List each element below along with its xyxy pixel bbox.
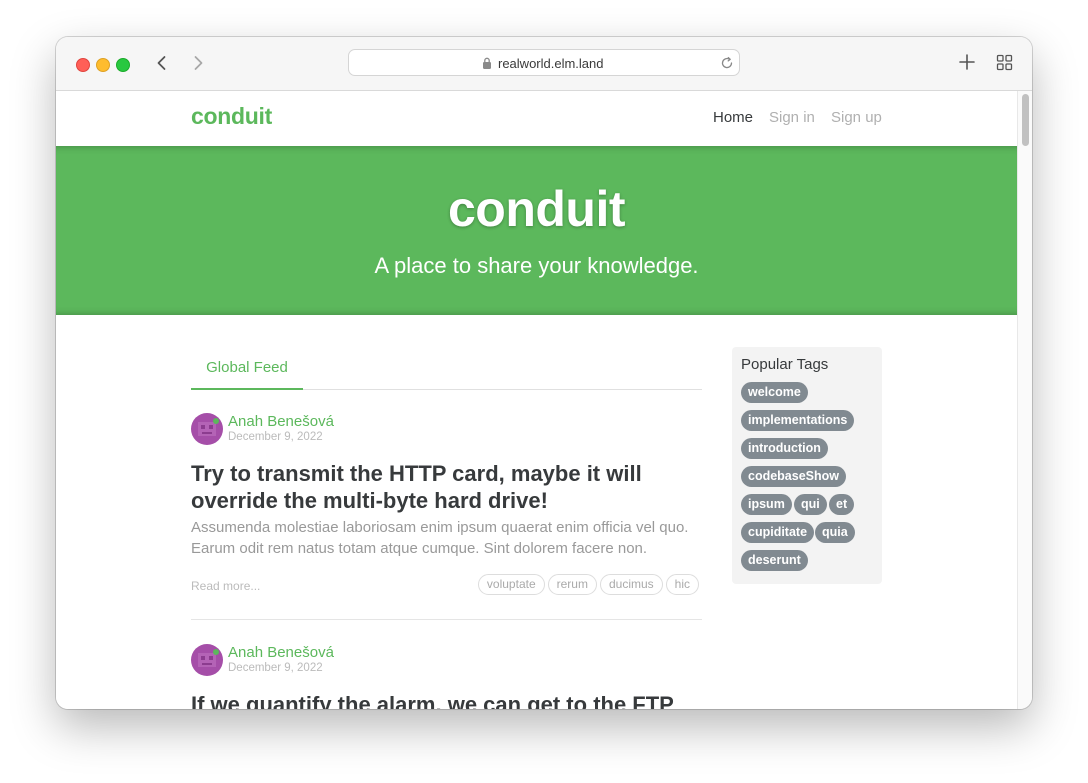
article-tag: ducimus [599,574,663,595]
back-arrow-icon[interactable] [151,52,173,74]
reload-icon[interactable] [720,56,734,70]
avatar[interactable] [191,644,223,676]
author-link[interactable]: Anah Benešová [228,413,334,430]
article-description[interactable]: Assumenda molestiae laboriosam enim ipsu… [191,517,702,559]
tag-pill-deserunt[interactable]: deserunt [741,550,808,571]
article-tag: hic [665,574,699,595]
article-tag: voluptate [477,574,545,595]
popular-tags-sidebar: Popular Tags welcome implementations int… [732,347,882,584]
site-navbar: conduit Home Sign in Sign up [56,91,1017,146]
avatar-image [198,649,219,667]
article-tag-list: voluptate rerum ducimus hic [477,574,699,595]
banner-subtitle: A place to share your knowledge. [374,253,699,278]
forward-arrow-icon[interactable] [187,52,209,74]
close-window-button[interactable] [76,58,90,72]
new-tab-icon[interactable] [958,53,976,71]
address-bar[interactable]: realworld.elm.land [348,49,740,76]
article-preview: Anah Benešová December 9, 2022 If we qua… [191,644,702,709]
tag-pill-ipsum[interactable]: ipsum [741,494,792,515]
article-divider [191,619,702,620]
article-tag: rerum [547,574,597,595]
read-more-link[interactable]: Read more... [191,579,260,593]
sidebar-title: Popular Tags [741,356,829,373]
tag-pill-qui[interactable]: qui [794,494,827,515]
brand-logo[interactable]: conduit [191,103,272,130]
tab-overview-icon[interactable] [996,54,1013,71]
article-date: December 9, 2022 [228,431,323,443]
tab-global-feed[interactable]: Global Feed [191,350,303,390]
article-title[interactable]: Try to transmit the HTTP card, maybe it … [191,460,702,514]
tag-pill-welcome[interactable]: welcome [741,382,808,403]
minimize-window-button[interactable] [96,58,110,72]
article-title[interactable]: If we quantify the alarm, we can get to … [191,691,702,709]
nav-link-sign-up[interactable]: Sign up [831,109,882,126]
feed-tabs: Global Feed [191,350,702,390]
tag-pill-implementations[interactable]: implementations [741,410,855,431]
tag-pill-quia[interactable]: quia [815,522,855,543]
banner-title: conduit [447,181,626,237]
nav-link-sign-in[interactable]: Sign in [769,109,815,126]
article-date: December 9, 2022 [228,662,323,674]
avatar[interactable] [191,413,223,445]
browser-toolbar: realworld.elm.land [56,37,1032,91]
tag-pill-et[interactable]: et [829,494,855,515]
zoom-window-button[interactable] [116,58,130,72]
scrollbar-thumb[interactable] [1022,94,1029,146]
tag-pill-cupiditate[interactable]: cupiditate [741,522,815,543]
nav-link-home[interactable]: Home [713,109,753,126]
page-viewport: conduit Home Sign in Sign up conduit A p… [56,91,1017,709]
tag-pill-codebaseshow[interactable]: codebaseShow [741,466,846,487]
hero-banner: conduit A place to share your knowledge. [56,146,1017,315]
url-text: realworld.elm.land [498,56,604,71]
author-link[interactable]: Anah Benešová [228,644,334,661]
article-preview: Anah Benešová December 9, 2022 Try to tr… [191,413,702,613]
browser-window: realworld.elm.land conduit Home Sign in … [56,37,1032,709]
tag-pill-introduction[interactable]: introduction [741,438,828,459]
avatar-image [198,418,219,436]
vertical-scrollbar[interactable] [1017,91,1032,709]
lock-icon [483,57,491,69]
